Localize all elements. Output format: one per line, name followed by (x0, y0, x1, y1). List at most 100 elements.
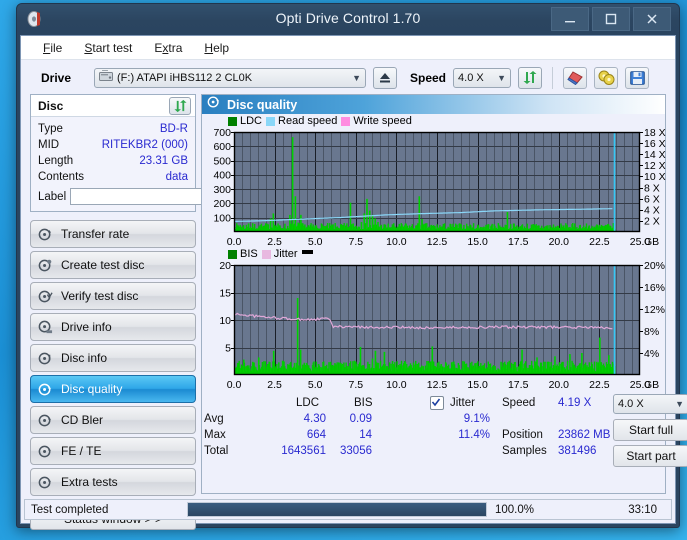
body-split: Disc Type BD-R MID RITEKBR2 (000) Length… (21, 94, 687, 530)
svg-text:8 X: 8 X (644, 182, 660, 194)
speed-stat-label: Speed (502, 397, 536, 409)
legend-read-speed: Read speed (266, 115, 337, 127)
elapsed-time: 33:10 (628, 503, 657, 516)
sidebar-item-label: Extra tests (61, 475, 118, 489)
svg-text:15.0: 15.0 (467, 379, 488, 391)
ldc-chart-legend: LDC Read speed Write speed (228, 115, 412, 127)
svg-text:0.0: 0.0 (227, 379, 242, 391)
menu-item-file[interactable]: File (43, 41, 62, 55)
svg-text:5: 5 (225, 342, 231, 354)
speed-select[interactable]: 4.0 X ▼ (453, 67, 512, 88)
svg-text:14 X: 14 X (644, 149, 666, 161)
sidebar-item-transfer-rate[interactable]: Transfer rate (30, 220, 196, 248)
stats-total-bis: 33056 (340, 445, 372, 457)
svg-text:10: 10 (219, 315, 231, 327)
sidebar-item-label: CD Bler (61, 413, 104, 427)
sidebar-item-label: Disc info (61, 351, 108, 365)
svg-text:100: 100 (213, 213, 231, 225)
svg-text:16 X: 16 X (644, 138, 666, 150)
eject-button[interactable] (373, 66, 397, 89)
chevron-down-icon[interactable]: ▼ (669, 399, 684, 409)
svg-text:500: 500 (213, 155, 231, 167)
svg-text:20: 20 (219, 260, 231, 272)
disc-label-row: Label (38, 187, 275, 206)
svg-text:600: 600 (213, 141, 231, 153)
disc-quality-panel: Disc quality LDC Read speed Write speed … (201, 94, 687, 494)
disc-refresh-button[interactable] (169, 97, 191, 115)
legend-jitter: Jitter (261, 248, 298, 260)
start-part-button[interactable]: Start part (613, 445, 687, 467)
maximize-button[interactable] (592, 7, 630, 31)
progress-percent: 100.0% (495, 503, 535, 516)
svg-text:4%: 4% (644, 348, 659, 360)
sidebar-item-disc-info[interactable]: Disc info (30, 344, 196, 372)
svg-text:7.5: 7.5 (348, 379, 363, 391)
sidebar-item-cd-bler[interactable]: CD Bler (30, 406, 196, 434)
disc-quality-icon (207, 95, 221, 114)
svg-text:200: 200 (213, 198, 231, 210)
legend-bis: BIS (228, 248, 258, 260)
bis-jitter-chart: BIS Jitter 5 10 15 20 4% 8% 12% 16% 20% 0.0 2.5 5.0… (202, 247, 665, 397)
disc-row-key: MID (38, 139, 60, 151)
samples-stat-label: Samples (502, 445, 547, 457)
disc-row-key: Type (38, 123, 63, 135)
disc-create-icon (38, 258, 53, 273)
sidebar-item-label: FE / TE (61, 444, 102, 458)
sidebar-item-disc-quality[interactable]: Disc quality (30, 375, 196, 403)
svg-text:700: 700 (213, 127, 231, 139)
chevron-down-icon[interactable]: ▼ (491, 73, 506, 83)
stats-total-ldc: 1643561 (281, 445, 326, 457)
menu-item-help[interactable]: Help (204, 41, 229, 55)
close-button[interactable] (633, 7, 671, 31)
save-button[interactable] (625, 66, 650, 89)
result-speed-value: 4.0 X (618, 398, 644, 410)
disc-row-contents: Contents data (38, 169, 188, 185)
disc-label-key: Label (38, 190, 67, 203)
title-bar: Opti Drive Control 1.70 (17, 4, 679, 35)
jitter-checkbox[interactable] (430, 396, 444, 410)
disc-row-value: data (165, 171, 188, 183)
disc-bler-icon (38, 413, 53, 428)
svg-text:2.5: 2.5 (267, 379, 282, 391)
sidebar-item-create-test-disc[interactable]: Create test disc (30, 251, 196, 279)
sidebar-item-extra-tests[interactable]: Extra tests (30, 468, 196, 496)
progress-fill (188, 503, 486, 516)
menu-item-extra[interactable]: Extra (154, 41, 182, 55)
svg-text:12 X: 12 X (644, 160, 666, 172)
disc-row-mid: MID RITEKBR2 (000) (38, 137, 188, 153)
svg-text:12%: 12% (644, 304, 665, 316)
sidebar-item-fe-te[interactable]: FE / TE (30, 437, 196, 465)
disc-row-value: 23.31 GB (139, 155, 188, 167)
two-discs-button[interactable] (594, 66, 619, 89)
status-text: Test completed (31, 503, 109, 516)
sidebar-item-verify-test-disc[interactable]: Verify test disc (30, 282, 196, 310)
sidebar-item-label: Verify test disc (61, 289, 139, 303)
svg-text:17.5: 17.5 (508, 379, 529, 391)
client-area: File Start test Extra Help Drive (F:) AT… (20, 35, 687, 530)
disc-panel-header: Disc (31, 95, 195, 117)
drive-value: (F:) ATAPI iHBS112 2 CL0K (117, 71, 253, 84)
disc-info-list: Type BD-R MID RITEKBR2 (000) Length 23.3… (31, 117, 275, 211)
stats-row-total-label: Total (204, 445, 229, 457)
result-speed-select[interactable]: 4.0 X ▼ (613, 394, 687, 414)
svg-text:22.5: 22.5 (589, 379, 610, 391)
stats-area: LDC BIS Jitter Avg 4.30 0.09 9.1% Max 66… (202, 394, 687, 475)
menu-bar: File Start test Extra Help (21, 36, 675, 60)
ldc-chart: LDC Read speed Write speed 100 200 300 400 5… (202, 114, 665, 254)
stats-row-max-label: Max (204, 429, 226, 441)
test-nav-list: Transfer rate Create test disc Verify te… (30, 220, 196, 496)
stats-avg-bis: 0.09 (349, 413, 372, 425)
refresh-button[interactable] (518, 66, 543, 89)
sidebar-item-drive-info[interactable]: Drive info (30, 313, 196, 341)
erase-button[interactable] (563, 66, 588, 89)
menu-item-start-test[interactable]: Start test (84, 41, 132, 55)
minimize-button[interactable] (551, 7, 589, 31)
svg-text:20%: 20% (644, 260, 665, 272)
bis-jitter-chart-legend: BIS Jitter (228, 248, 313, 260)
drive-select[interactable]: (F:) ATAPI iHBS112 2 CL0K ▼ (94, 67, 366, 88)
svg-text:10.0: 10.0 (386, 379, 407, 391)
svg-text:20.0: 20.0 (549, 379, 570, 391)
stats-row-avg-label: Avg (204, 413, 224, 425)
start-full-button[interactable]: Start full (613, 419, 687, 441)
chevron-down-icon[interactable]: ▼ (346, 73, 361, 83)
